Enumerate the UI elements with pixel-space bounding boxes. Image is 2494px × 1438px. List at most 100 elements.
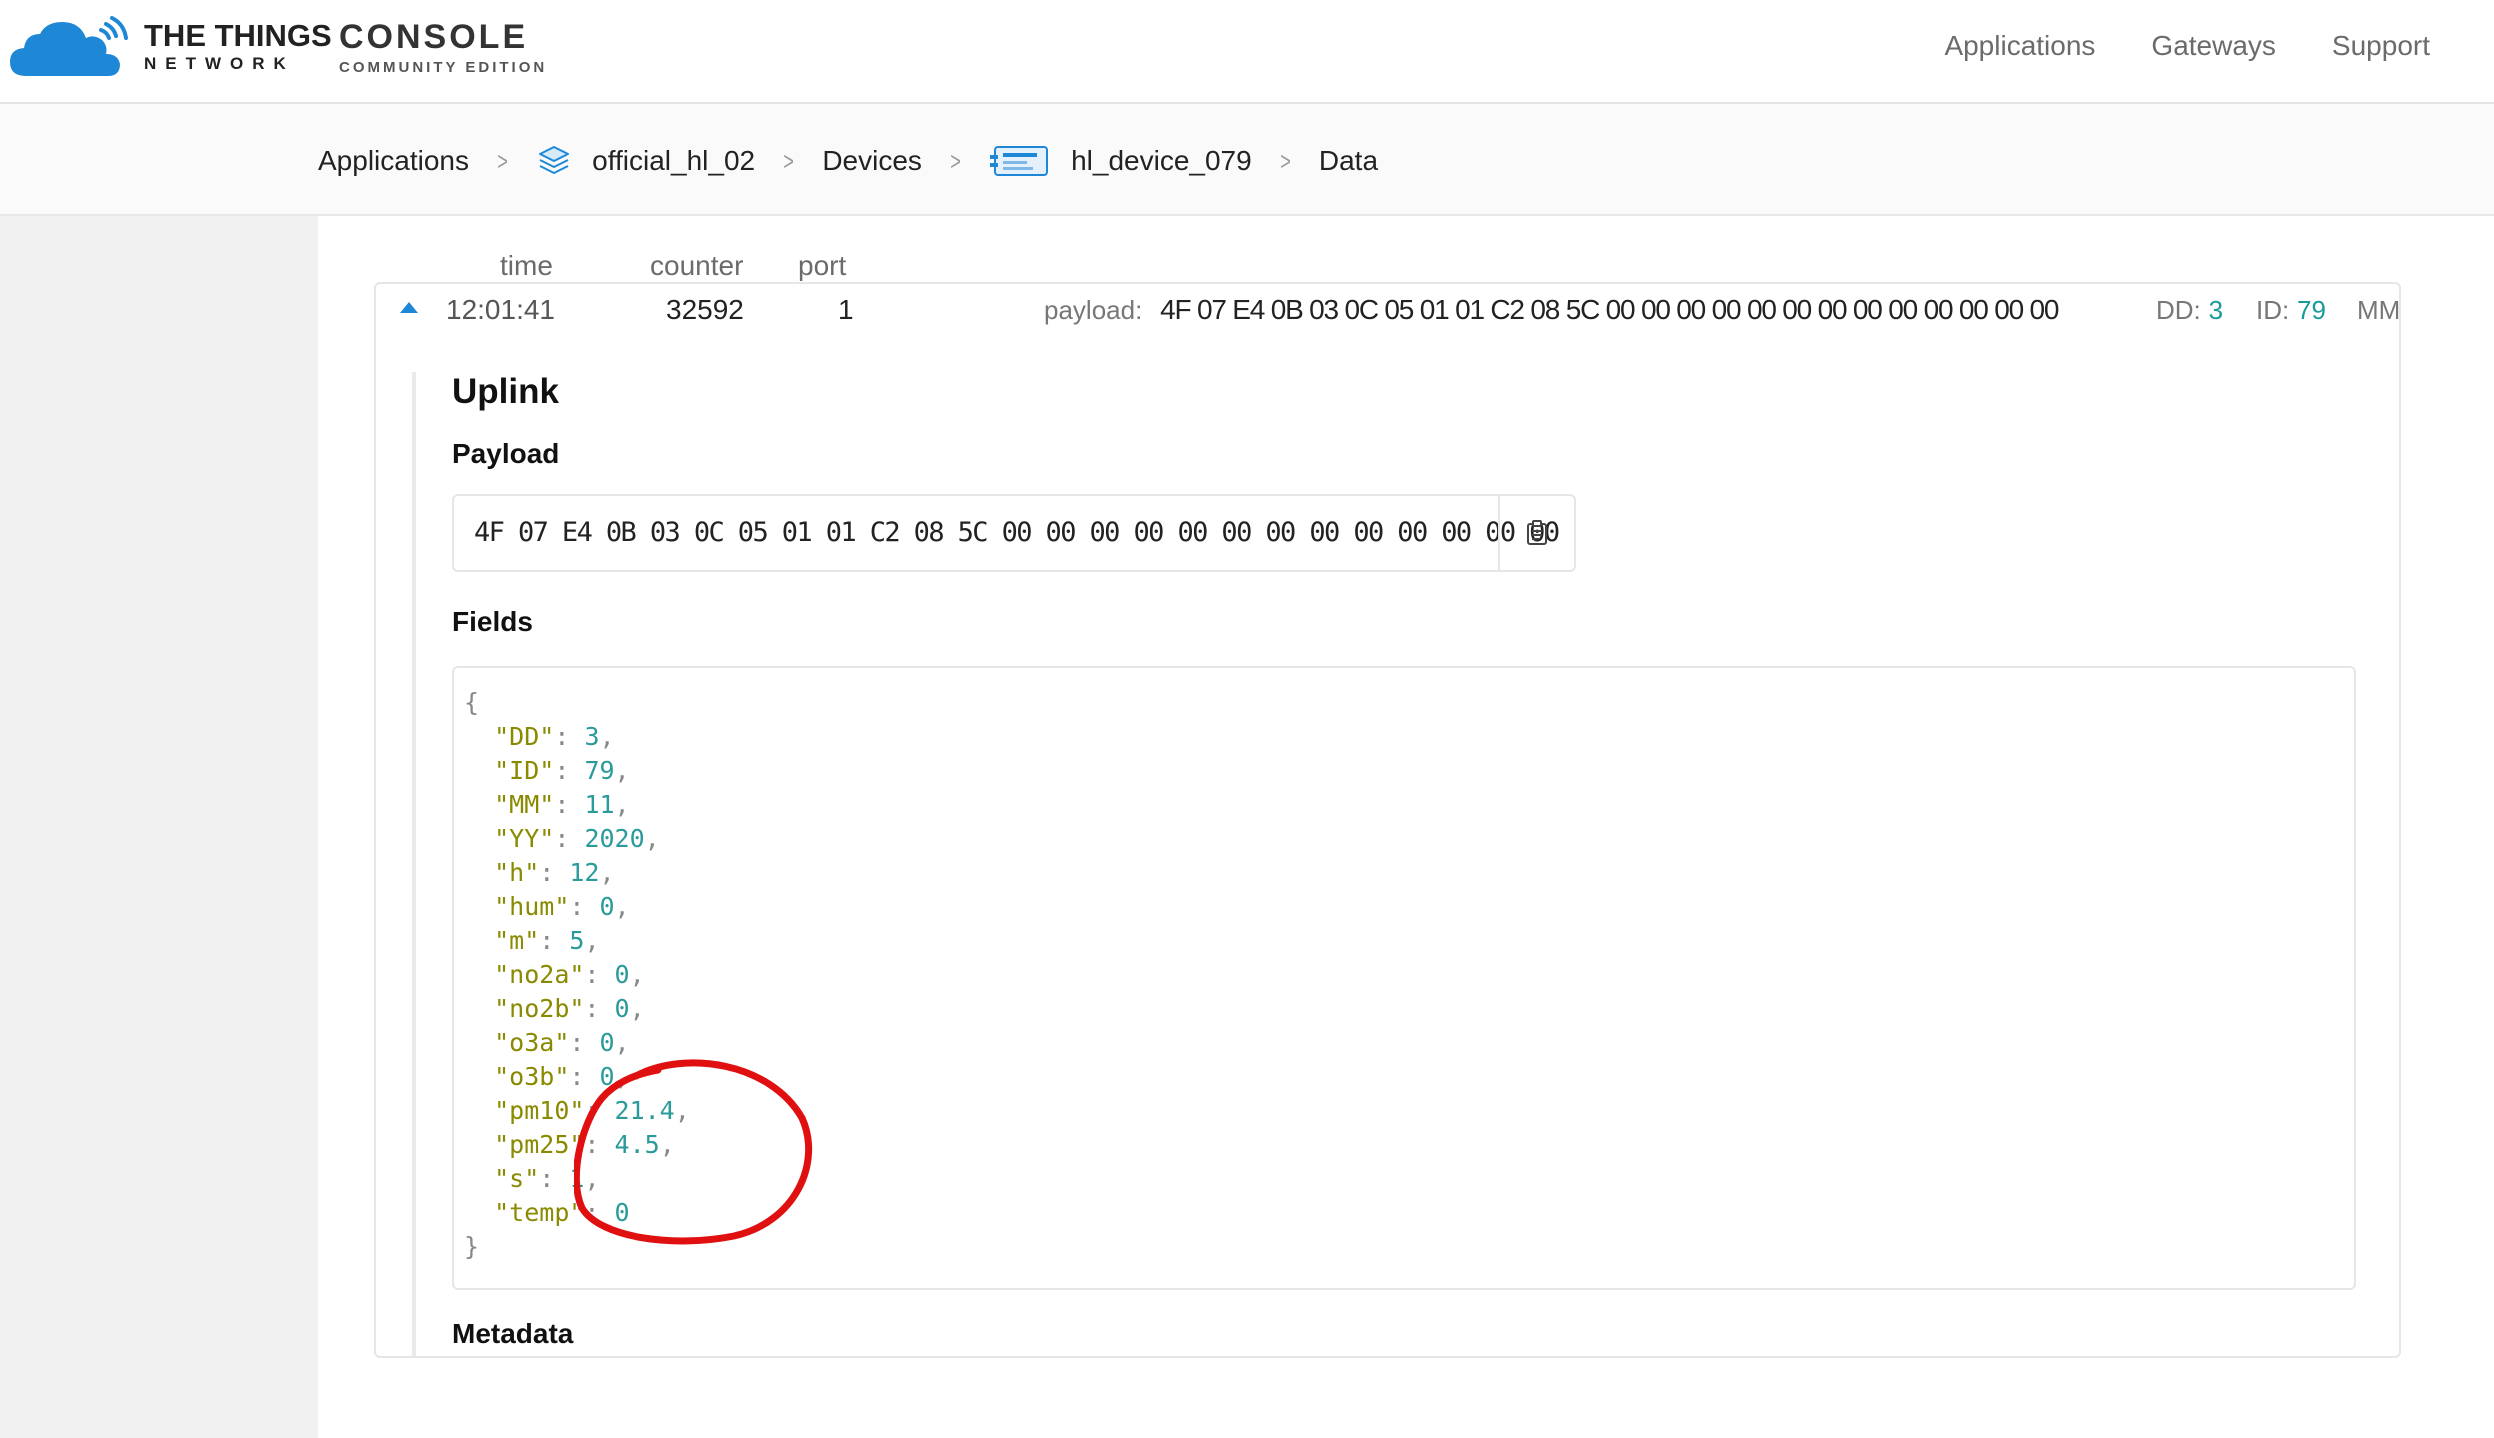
json-key: "o3b" <box>494 1062 570 1091</box>
payload-hex: 4F 07 E4 0B 03 0C 05 01 01 C2 08 5C 00 0… <box>1160 294 2059 325</box>
column-port: port <box>798 250 847 281</box>
json-colon: : <box>584 1096 615 1125</box>
json-comma: , <box>614 892 630 921</box>
json-key: "no2b" <box>494 994 585 1023</box>
json-comma: , <box>599 722 615 751</box>
tag-key: ID: <box>2256 295 2290 325</box>
caret-up-icon[interactable] <box>400 302 418 313</box>
tag-key: DD: <box>2156 295 2201 325</box>
json-key: "hum" <box>494 892 570 921</box>
table-header: time counter port <box>318 250 2494 284</box>
fields-json: { "DD": 3, "ID": 79, "MM": 11, "YY": 202… <box>464 686 690 1264</box>
json-colon: : <box>569 1062 600 1091</box>
row-payload: payload: 4F 07 E4 0B 03 0C 05 01 01 C2 0… <box>1044 294 2059 326</box>
json-colon: : <box>569 1028 600 1057</box>
json-field-line: "YY": 2020, <box>464 822 690 856</box>
breadcrumb-devices[interactable]: Devices <box>822 145 922 177</box>
json-field-line: "hum": 0, <box>464 890 690 924</box>
json-key: "s" <box>494 1164 540 1193</box>
json-value: 2020 <box>584 824 645 853</box>
breadcrumb-application[interactable]: official_hl_02 <box>536 143 755 179</box>
json-value: 0 <box>614 1198 630 1227</box>
json-key: "h" <box>494 858 540 887</box>
row-port: 1 <box>838 294 854 325</box>
fields-json-box: { "DD": 3, "ID": 79, "MM": 11, "YY": 202… <box>452 666 2356 1290</box>
table-row[interactable]: 12:01:41 32592 1 payload: 4F 07 E4 0B 03… <box>376 284 2401 340</box>
json-colon: : <box>539 858 570 887</box>
console-title: CONSOLE <box>339 18 529 56</box>
metadata-heading: Metadata <box>452 1318 574 1349</box>
json-key: "no2a" <box>494 960 585 989</box>
json-value: 79 <box>584 756 615 785</box>
json-value: 0 <box>614 994 630 1023</box>
row-time: 12:01:41 <box>446 294 555 325</box>
json-field-line: "no2a": 0, <box>464 958 690 992</box>
json-colon: : <box>554 756 585 785</box>
json-value: 0 <box>614 960 630 989</box>
uplink-title: Uplink <box>452 372 559 411</box>
json-key: "m" <box>494 926 540 955</box>
breadcrumb-device[interactable]: hl_device_079 <box>989 143 1252 179</box>
payload-label: payload: <box>1044 295 1143 325</box>
console-subtitle: COMMUNITY EDITION <box>339 59 548 76</box>
json-field-line: "o3a": 0, <box>464 1026 690 1060</box>
json-colon: : <box>584 960 615 989</box>
json-colon: : <box>584 994 615 1023</box>
nav-applications[interactable]: Applications <box>1944 30 2095 62</box>
ttn-logo[interactable]: THE THINGS NETWORK CONSOLE COMMUNITY EDI… <box>8 14 608 84</box>
json-key: "pm25" <box>494 1130 585 1159</box>
json-comma: , <box>614 1028 630 1057</box>
json-comma: , <box>674 1096 690 1125</box>
json-field-line: "ID": 79, <box>464 754 690 788</box>
uplink-message-card: 12:01:41 32592 1 payload: 4F 07 E4 0B 03… <box>374 282 2401 1358</box>
json-field-line: "pm10": 21.4, <box>464 1094 690 1128</box>
row-tag-mm: MM <box>2357 294 2401 326</box>
json-open-brace: { <box>464 688 480 717</box>
json-comma: , <box>584 1164 600 1193</box>
json-value: 11 <box>584 790 615 819</box>
json-value: 4.5 <box>614 1130 660 1159</box>
payload-box: 4F 07 E4 0B 03 0C 05 01 01 C2 08 5C 00 0… <box>452 494 1576 572</box>
breadcrumb-data: Data <box>1318 145 1379 176</box>
json-value: 0 <box>599 1062 615 1091</box>
json-key: "o3a" <box>494 1028 570 1057</box>
json-field-line: "MM": 11, <box>464 788 690 822</box>
json-comma: , <box>614 756 630 785</box>
json-comma: , <box>614 790 630 819</box>
json-field-line: "o3b": 0, <box>464 1060 690 1094</box>
chevron-right-icon: > <box>1279 145 1291 176</box>
breadcrumb-device-label: hl_device_079 <box>1071 145 1252 176</box>
json-key: "MM" <box>494 790 555 819</box>
copy-button[interactable] <box>1498 496 1574 570</box>
row-tag-id: ID: 79 <box>2256 294 2326 326</box>
tag-key: MM <box>2357 295 2401 325</box>
json-comma: , <box>659 1130 675 1159</box>
json-close-brace: } <box>464 1232 480 1261</box>
breadcrumb-applications[interactable]: Applications <box>318 145 469 177</box>
json-value: 3 <box>584 722 600 751</box>
chevron-right-icon: > <box>497 145 508 176</box>
chevron-right-icon: > <box>950 145 961 176</box>
json-comma: , <box>629 994 645 1023</box>
json-colon: : <box>569 892 600 921</box>
brand-name: THE THINGS <box>144 18 332 53</box>
json-key: "temp" <box>494 1198 585 1227</box>
nav-gateways[interactable]: Gateways <box>2151 30 2276 62</box>
json-colon: : <box>554 824 585 853</box>
json-field-line: "no2b": 0, <box>464 992 690 1026</box>
json-field-line: "DD": 3, <box>464 720 690 754</box>
json-comma: , <box>584 926 600 955</box>
json-field-line: "temp": 0 <box>464 1196 690 1230</box>
row-tag-dd: DD: 3 <box>2156 294 2223 326</box>
json-field-line: "pm25": 4.5, <box>464 1128 690 1162</box>
payload-value[interactable]: 4F 07 E4 0B 03 0C 05 01 01 C2 08 5C 00 0… <box>474 517 1560 548</box>
json-key: "ID" <box>494 756 555 785</box>
json-key: "pm10" <box>494 1096 585 1125</box>
clipboard-icon <box>1527 520 1547 545</box>
json-value: 12 <box>569 858 600 887</box>
fields-heading: Fields <box>452 606 533 637</box>
nav-support[interactable]: Support <box>2332 30 2430 62</box>
breadcrumb: Applications > official_hl_02 > Devices … <box>318 140 1378 182</box>
column-counter: counter <box>650 250 744 281</box>
brand-network: NETWORK <box>144 54 295 73</box>
